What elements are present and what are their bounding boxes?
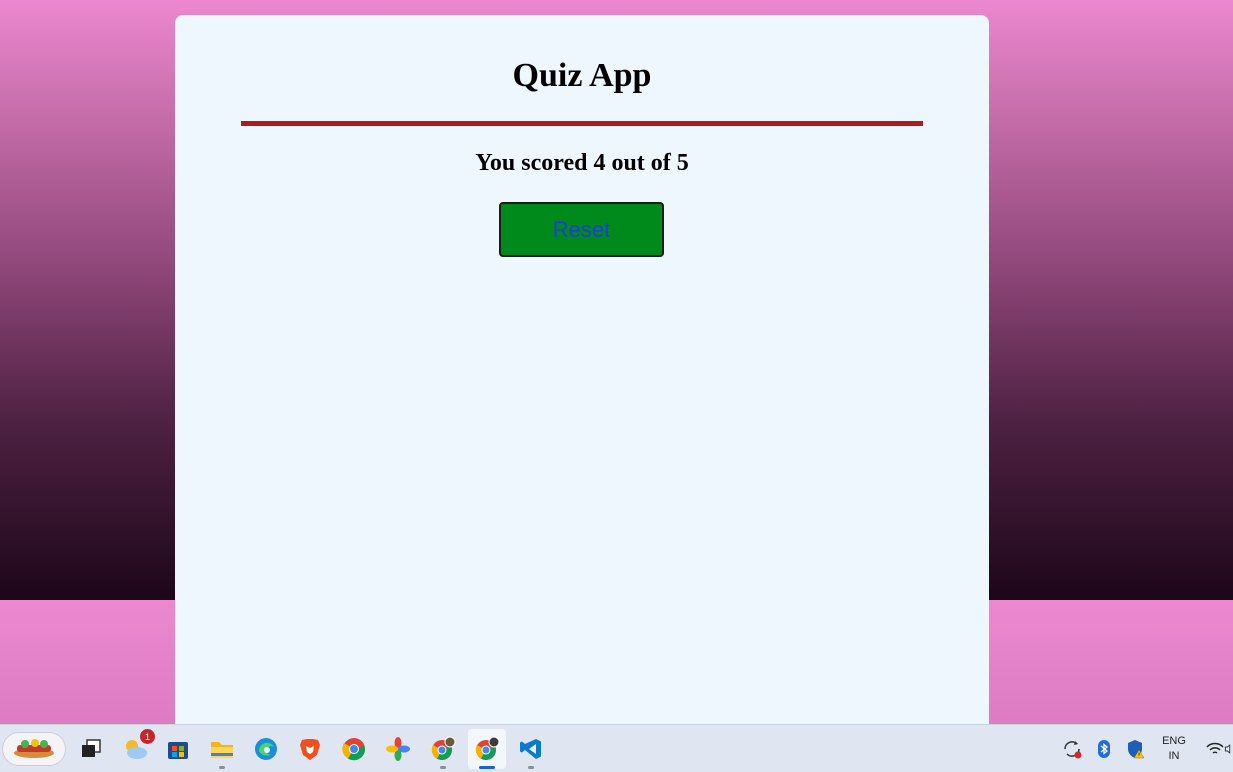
security-shield-icon[interactable] <box>1120 733 1152 765</box>
chrome-profile-active-icon[interactable] <box>471 733 503 765</box>
edge-icon[interactable] <box>250 733 282 765</box>
weather-icon[interactable]: 1 <box>119 729 155 765</box>
chrome-profile-indicator <box>440 766 446 769</box>
file-explorer-indicator <box>219 766 225 769</box>
region-code: IN <box>1168 750 1180 762</box>
photos-icon[interactable] <box>382 733 414 765</box>
speaker-icon[interactable] <box>1224 733 1233 765</box>
file-explorer-icon[interactable] <box>206 733 238 765</box>
chrome-profile-icon[interactable] <box>427 733 459 765</box>
vscode-icon[interactable] <box>515 733 547 765</box>
score-text: You scored 4 out of 5 <box>475 150 689 176</box>
widgets-icon[interactable] <box>2 732 66 766</box>
task-view-icon[interactable] <box>75 733 107 765</box>
quiz-card: Quiz App You scored 4 out of 5 Reset <box>175 15 989 724</box>
language-code: ENG <box>1162 735 1186 747</box>
title-divider <box>241 121 923 126</box>
chrome-icon[interactable] <box>338 733 370 765</box>
page-title: Quiz App <box>512 57 652 94</box>
weather-badge: 1 <box>140 729 155 744</box>
reset-button[interactable]: Reset <box>499 202 664 257</box>
brave-icon[interactable] <box>294 733 326 765</box>
chrome-active-indicator <box>479 766 495 769</box>
microsoft-store-icon[interactable] <box>162 733 194 765</box>
language-indicator[interactable]: ENG IN <box>1158 734 1190 764</box>
taskbar: 1 ENG IN <box>0 724 1233 772</box>
vscode-indicator <box>528 766 534 769</box>
bluetooth-icon[interactable] <box>1088 733 1120 765</box>
sync-icon[interactable] <box>1056 733 1088 765</box>
